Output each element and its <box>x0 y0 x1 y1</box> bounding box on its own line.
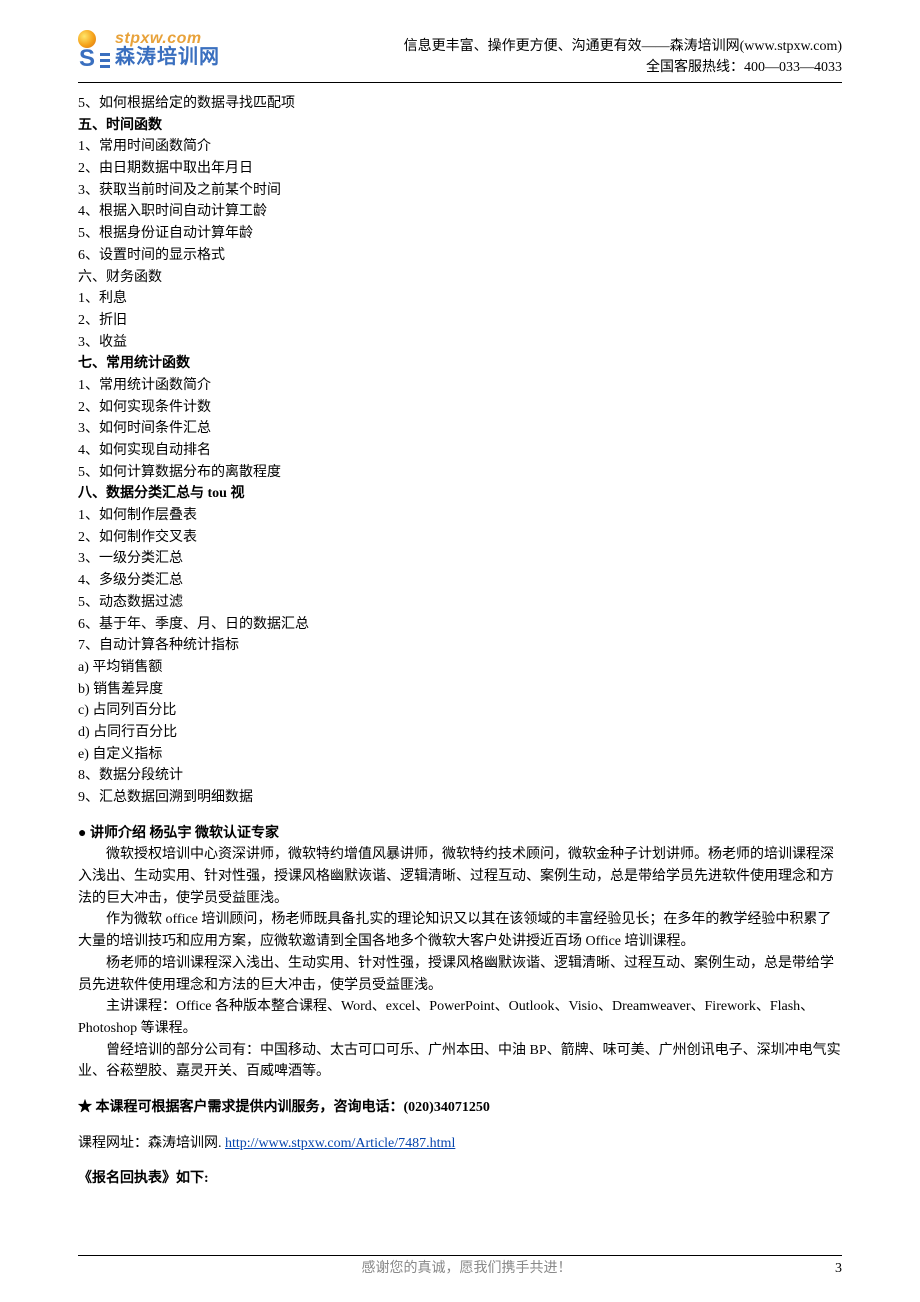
internal-training-note: ★ 本课程可根据客户需求提供内训服务，咨询电话：(020)34071250 <box>78 1097 842 1119</box>
instructor-paragraph: 作为微软 office 培训顾问，杨老师既具备扎实的理论知识又以其在该领域的丰富… <box>78 909 842 952</box>
outline-line: 8、数据分段统计 <box>78 765 842 787</box>
outline-line: e) 自定义指标 <box>78 744 842 766</box>
outline-line: 八、数据分类汇总与 tou 视 <box>78 483 842 505</box>
outline-line: 1、如何制作层叠表 <box>78 505 842 527</box>
outline-line: 5、如何计算数据分布的离散程度 <box>78 462 842 484</box>
hotline: 全国客服热线：400—033—4033 <box>404 57 842 78</box>
outline-line: 3、一级分类汇总 <box>78 548 842 570</box>
instructor-paragraph: 曾经培训的部分公司有：中国移动、太古可口可乐、广州本田、中油 BP、箭牌、味可美… <box>78 1040 842 1083</box>
page-header: S stpxw.com 森涛培训网 信息更丰富、操作更方便、沟通更有效——森涛培… <box>78 30 842 83</box>
outline-line: 2、如何实现条件计数 <box>78 397 842 419</box>
outline-line: 3、如何时间条件汇总 <box>78 418 842 440</box>
content-body: 5、如何根据给定的数据寻找匹配项五、时间函数1、常用时间函数简介2、由日期数据中… <box>78 93 842 1190</box>
course-url-label: 课程网址：森涛培训网. <box>78 1136 225 1151</box>
course-url-link[interactable]: http://www.stpxw.com/Article/7487.html <box>225 1136 455 1151</box>
outline-list: 5、如何根据给定的数据寻找匹配项五、时间函数1、常用时间函数简介2、由日期数据中… <box>78 93 842 809</box>
instructor-paragraph: 微软授权培训中心资深讲师，微软特约增值风暴讲师，微软特约技术顾问，微软金种子计划… <box>78 844 842 909</box>
tagline: 信息更丰富、操作更方便、沟通更有效——森涛培训网(www.stpxw.com) <box>404 36 842 57</box>
instructor-heading: ● 讲师介绍 杨弘宇 微软认证专家 <box>78 823 842 845</box>
logo-chinese: 森涛培训网 <box>115 47 220 67</box>
outline-line: 2、如何制作交叉表 <box>78 527 842 549</box>
logo: S stpxw.com 森涛培训网 <box>78 30 220 68</box>
page: S stpxw.com 森涛培训网 信息更丰富、操作更方便、沟通更有效——森涛培… <box>0 0 920 1302</box>
instructor-paragraphs: 微软授权培训中心资深讲师，微软特约增值风暴讲师，微软特约技术顾问，微软金种子计划… <box>78 844 842 1083</box>
outline-line: c) 占同列百分比 <box>78 700 842 722</box>
outline-line: 2、由日期数据中取出年月日 <box>78 158 842 180</box>
outline-line: d) 占同行百分比 <box>78 722 842 744</box>
outline-line: 4、如何实现自动排名 <box>78 440 842 462</box>
outline-line: 1、利息 <box>78 288 842 310</box>
outline-line: 7、自动计算各种统计指标 <box>78 635 842 657</box>
logo-mark: S <box>78 30 96 68</box>
outline-line: 5、动态数据过滤 <box>78 592 842 614</box>
outline-line: 9、汇总数据回溯到明细数据 <box>78 787 842 809</box>
logo-domain: stpxw.com <box>115 31 220 47</box>
outline-line: 5、如何根据给定的数据寻找匹配项 <box>78 93 842 115</box>
outline-line: 1、常用统计函数简介 <box>78 375 842 397</box>
footer-slogan: 感谢您的真诚，愿我们携手共进！ <box>98 1258 835 1280</box>
logo-text: stpxw.com 森涛培训网 <box>115 31 220 67</box>
outline-line: 七、常用统计函数 <box>78 353 842 375</box>
outline-line: b) 销售差异度 <box>78 679 842 701</box>
outline-line: 6、设置时间的显示格式 <box>78 245 842 267</box>
outline-line: 6、基于年、季度、月、日的数据汇总 <box>78 614 842 636</box>
course-url-line: 课程网址：森涛培训网. http://www.stpxw.com/Article… <box>78 1133 842 1155</box>
outline-line: 1、常用时间函数简介 <box>78 136 842 158</box>
outline-line: 4、根据入职时间自动计算工龄 <box>78 201 842 223</box>
receipt-heading: 《报名回执表》如下: <box>78 1168 842 1190</box>
outline-line: 4、多级分类汇总 <box>78 570 842 592</box>
logo-bars-icon <box>100 31 110 68</box>
outline-line: 5、根据身份证自动计算年龄 <box>78 223 842 245</box>
outline-line: 2、折旧 <box>78 310 842 332</box>
outline-line: 六、财务函数 <box>78 267 842 289</box>
instructor-paragraph: 主讲课程：Office 各种版本整合课程、Word、excel、PowerPoi… <box>78 996 842 1039</box>
outline-line: 五、时间函数 <box>78 115 842 137</box>
footer-rule <box>78 1255 842 1256</box>
outline-line: 3、收益 <box>78 332 842 354</box>
page-footer: 感谢您的真诚，愿我们携手共进！ 3 <box>78 1255 842 1280</box>
page-number: 3 <box>835 1258 842 1280</box>
outline-line: 3、获取当前时间及之前某个时间 <box>78 180 842 202</box>
header-right: 信息更丰富、操作更方便、沟通更有效——森涛培训网(www.stpxw.com) … <box>404 30 842 78</box>
outline-line: a) 平均销售额 <box>78 657 842 679</box>
logo-letter: S <box>79 49 95 68</box>
instructor-paragraph: 杨老师的培训课程深入浅出、生动实用、针对性强，授课风格幽默诙谐、逻辑清晰、过程互… <box>78 953 842 996</box>
